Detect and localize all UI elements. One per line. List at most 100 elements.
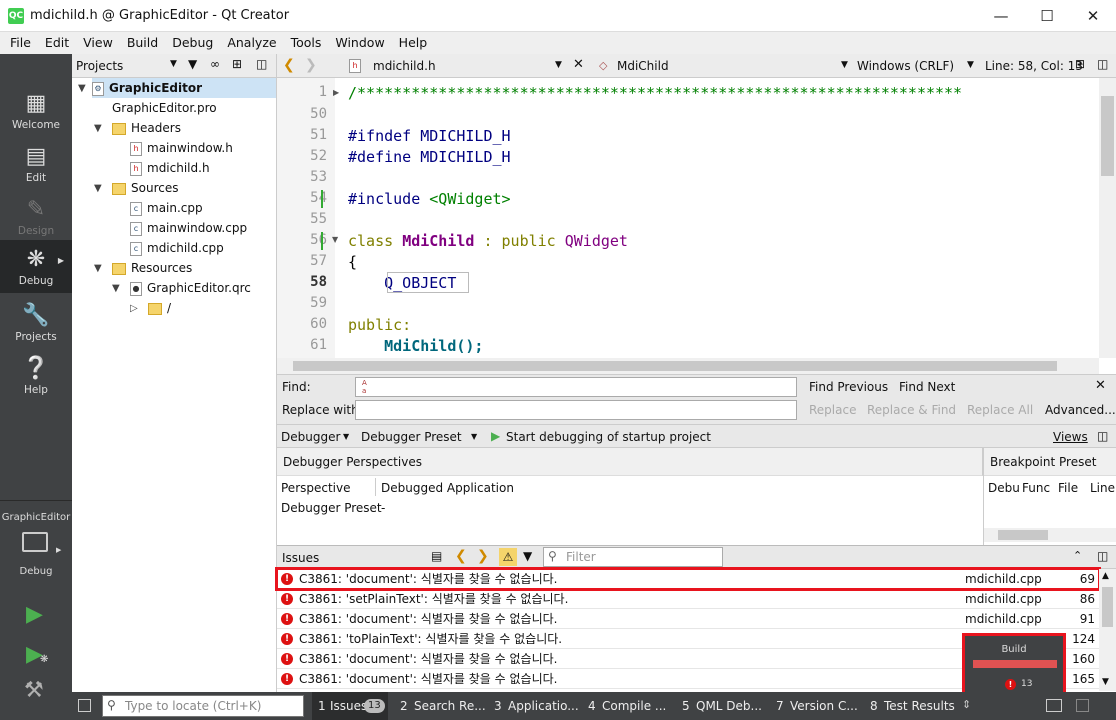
scroll-thumb[interactable] xyxy=(1101,96,1114,176)
chevron-down-icon[interactable]: ▼ xyxy=(1102,677,1109,687)
chevron-down-icon[interactable]: ▼ xyxy=(94,183,102,194)
menu-edit[interactable]: Edit xyxy=(38,32,76,54)
mode-design[interactable]: ✎ Design xyxy=(0,190,72,243)
toggle-sidebar-icon[interactable] xyxy=(78,699,91,712)
mode-help[interactable]: ❔ Help xyxy=(0,349,72,402)
find-next-button[interactable]: Find Next xyxy=(899,380,955,394)
issues-filter-input[interactable]: ⚲ Filter xyxy=(543,547,723,567)
menu-tools[interactable]: Tools xyxy=(284,32,329,54)
chevron-down-icon[interactable]: ▼ xyxy=(112,283,120,294)
close-pane-icon[interactable]: ◫ xyxy=(256,57,267,71)
start-debugging-button[interactable]: Start debugging of startup project xyxy=(506,427,711,447)
mode-welcome[interactable]: ▦ Welcome xyxy=(0,84,72,137)
debugger-preset-combo[interactable]: Debugger Preset xyxy=(361,427,462,447)
close-document-icon[interactable]: ✕ xyxy=(573,57,584,72)
tree-item-main-cpp[interactable]: c main.cpp xyxy=(130,198,203,218)
chevron-down-icon[interactable]: ▼ xyxy=(94,263,102,274)
chevron-down-icon[interactable]: ▼ xyxy=(841,60,848,70)
locator-input[interactable]: ⚲ Type to locate (Ctrl+K) xyxy=(102,695,304,717)
tree-item-pro-file[interactable]: GraphicEditor.pro xyxy=(112,98,217,118)
tree-item-resources[interactable]: Resources xyxy=(112,258,192,278)
replace-find-button[interactable]: Replace & Find xyxy=(867,403,956,417)
build-progress-popup[interactable]: Build ! 13 xyxy=(962,633,1066,695)
tree-item-mainwindow-cpp[interactable]: c mainwindow.cpp xyxy=(130,218,247,238)
projects-view-combo[interactable]: Projects xyxy=(76,59,123,73)
chevron-down-icon[interactable]: ▼ xyxy=(967,60,974,70)
link-icon[interactable]: ∞ xyxy=(210,57,220,71)
output-tab-issues[interactable]: 1 Issues 13 xyxy=(312,692,388,720)
horizontal-scrollbar[interactable] xyxy=(277,358,1099,374)
chevron-up-icon[interactable]: ⌃ xyxy=(1073,549,1082,562)
filter-icon[interactable]: ▼ xyxy=(523,549,532,563)
find-input[interactable]: Aa xyxy=(355,377,797,397)
cursor-position[interactable]: Line: 58, Col: 13 xyxy=(985,59,1083,73)
minimize-button[interactable]: — xyxy=(978,0,1024,32)
close-pane-icon[interactable]: ◫ xyxy=(1097,549,1108,563)
vertical-scrollbar[interactable]: ▲ ▼ xyxy=(1099,569,1116,691)
open-documents-combo[interactable]: mdichild.h xyxy=(373,59,436,73)
views-button[interactable]: Views xyxy=(1053,427,1088,447)
mode-projects[interactable]: 🔧 Projects xyxy=(0,296,72,349)
monitor-icon[interactable] xyxy=(22,532,48,552)
menu-file[interactable]: File xyxy=(0,32,38,54)
menu-window[interactable]: Window xyxy=(328,32,391,54)
chevron-down-icon[interactable]: ▼ xyxy=(343,432,349,441)
mode-edit[interactable]: ▤ Edit xyxy=(0,137,72,190)
build-hammer-icon[interactable]: ⚒ xyxy=(24,678,44,703)
fold-arrow-icon[interactable]: ▼ xyxy=(332,235,338,244)
progress-details-icon[interactable] xyxy=(1046,699,1062,712)
output-tab-compile[interactable]: 4 Compile ... xyxy=(582,692,672,720)
horizontal-scrollbar[interactable] xyxy=(984,528,1116,542)
symbol-combo[interactable]: MdiChild xyxy=(617,59,669,73)
code-editor[interactable]: 1 50 51 52 53 54 55 56 57 58 59 60 61 ▶ … xyxy=(277,78,1116,374)
tree-item-headers[interactable]: Headers xyxy=(112,118,181,138)
split-icon[interactable]: ⊞ xyxy=(232,57,242,71)
scroll-thumb[interactable] xyxy=(1102,587,1113,627)
output-tab-test-results[interactable]: 8 Test Results xyxy=(864,692,960,720)
debugger-combo[interactable]: Debugger xyxy=(281,427,340,447)
menu-debug[interactable]: Debug xyxy=(165,32,220,54)
close-pane-icon[interactable]: ◫ xyxy=(1097,57,1108,71)
scroll-thumb[interactable] xyxy=(293,361,1057,371)
tree-item-sources[interactable]: Sources xyxy=(112,178,178,198)
find-previous-button[interactable]: Find Previous xyxy=(809,380,888,394)
start-debug-icon[interactable]: ▶ xyxy=(491,429,500,443)
chevron-down-icon[interactable]: ▼ xyxy=(170,59,177,69)
more-tabs-icon[interactable]: ⇕ xyxy=(962,698,971,711)
back-icon[interactable]: ❮ xyxy=(283,57,295,73)
tree-item-mainwindow-h[interactable]: h mainwindow.h xyxy=(130,138,233,158)
scroll-thumb[interactable] xyxy=(998,530,1048,540)
run-icon[interactable]: ▶ xyxy=(26,602,43,627)
menu-analyze[interactable]: Analyze xyxy=(220,32,283,54)
tree-item-mdichild-cpp[interactable]: c mdichild.cpp xyxy=(130,238,224,258)
output-tab-qml-debugger[interactable]: 5 QML Deb... xyxy=(676,692,766,720)
clean-icon[interactable]: ▤ xyxy=(431,549,442,563)
mode-debug[interactable]: ❋ Debug ▶ xyxy=(0,240,72,293)
issue-row[interactable]: ! C3861: 'document': 식별자를 찾을 수 없습니다. mdich… xyxy=(277,609,1099,629)
maximize-button[interactable]: ☐ xyxy=(1024,0,1070,32)
filter-icon[interactable]: ▼ xyxy=(188,57,197,71)
vertical-scrollbar[interactable] xyxy=(1099,78,1116,358)
menu-build[interactable]: Build xyxy=(120,32,165,54)
output-tab-version-control[interactable]: 7 Version C... xyxy=(770,692,860,720)
split-icon[interactable]: ⊞ xyxy=(1075,57,1085,71)
chevron-down-icon[interactable]: ▼ xyxy=(94,123,102,134)
forward-icon[interactable]: ❯ xyxy=(305,57,317,73)
menu-help[interactable]: Help xyxy=(392,32,435,54)
close-button[interactable]: ✕ xyxy=(1070,0,1116,32)
output-tab-application[interactable]: 3 Applicatio... xyxy=(488,692,579,720)
chevron-down-icon[interactable]: ▼ xyxy=(471,432,477,441)
replace-input[interactable] xyxy=(355,400,797,420)
replace-all-button[interactable]: Replace All xyxy=(967,403,1033,417)
perspective-row[interactable]: Debugger Preset xyxy=(281,501,382,515)
fold-arrow-icon[interactable]: ▶ xyxy=(333,88,339,97)
replace-button[interactable]: Replace xyxy=(809,403,856,417)
tree-item-root-prefix[interactable]: / xyxy=(148,298,171,318)
menu-view[interactable]: View xyxy=(76,32,120,54)
case-sensitive-icon[interactable]: Aa xyxy=(362,379,370,395)
output-tab-search[interactable]: 2 Search Re... xyxy=(394,692,486,720)
line-ending-combo[interactable]: Windows (CRLF) xyxy=(857,59,954,73)
next-item-icon[interactable]: ❯ xyxy=(477,548,489,564)
tree-item-qrc[interactable]: ● GraphicEditor.qrc xyxy=(130,278,251,298)
chevron-down-icon[interactable]: ▼ xyxy=(555,60,562,70)
